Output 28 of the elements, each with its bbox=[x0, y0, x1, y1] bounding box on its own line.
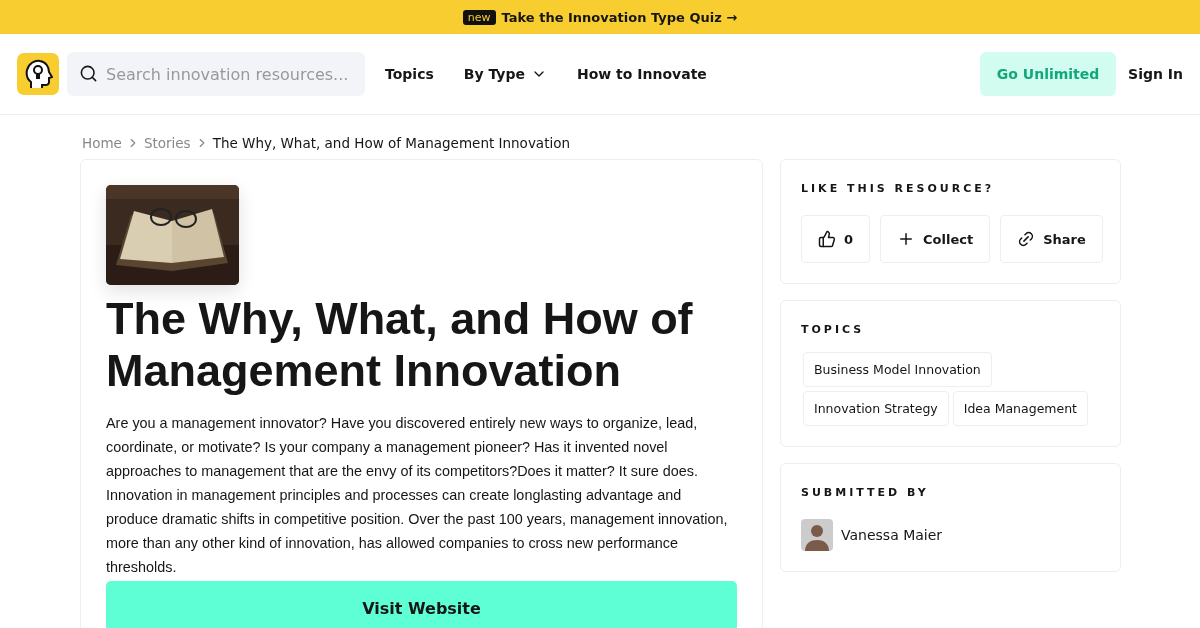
nav-dropdown[interactable]: By Type bbox=[463, 66, 547, 82]
new-badge: new bbox=[462, 9, 496, 25]
visit-website-button[interactable]: Visit Website bbox=[106, 581, 737, 628]
sign-in-link[interactable]: Sign In bbox=[1128, 66, 1183, 82]
topic-tag[interactable]: Innovation Strategy bbox=[803, 391, 949, 426]
topic-tag[interactable]: Idea Management bbox=[952, 391, 1088, 426]
logo[interactable] bbox=[17, 53, 59, 95]
topic-tag[interactable]: Business Model Innovation bbox=[803, 352, 992, 387]
breadcrumb-link[interactable]: Home bbox=[82, 135, 122, 151]
article-description: Are you a management innovator? Have you discovered entirely new ways to organize, lead, coordinate, or motivate? Is your company a management pioneer? Has it invented novel approaches to management that are the envy of its competitors?Does it matter? It sure does. Innovation in management principles and processes can create longlasting advantage and produce dramatic shifts in competitive position. Over the past 100 years, management innovation, more than any other kind of innovation, has allowed companies to cross new performance thresholds. bbox=[106, 414, 729, 577]
panel-heading: LIKE THIS RESOURCE? bbox=[801, 182, 996, 195]
search-field[interactable]: Search innovation resources... bbox=[67, 52, 365, 96]
nav-link[interactable]: How to Innovate bbox=[576, 66, 707, 82]
like-button[interactable]: 0 bbox=[801, 215, 871, 263]
share-button[interactable]: Share bbox=[1000, 215, 1103, 263]
submitter-name[interactable]: Vanessa Maier bbox=[841, 527, 943, 543]
breadcrumb-link[interactable]: The Why, What, and How of Management Innovation bbox=[212, 135, 570, 151]
article-title: The Why, What, and How of Management Innovation bbox=[106, 293, 694, 397]
nav-link[interactable]: Topics bbox=[385, 66, 434, 82]
quiz-link[interactable]: Take the Innovation Type Quiz → bbox=[501, 9, 738, 25]
search-icon bbox=[79, 64, 98, 83]
breadcrumb-link[interactable]: Stories bbox=[143, 135, 191, 151]
avatar bbox=[801, 519, 833, 551]
panel-heading: SUBMITTED BY bbox=[801, 486, 930, 499]
collect-button[interactable]: Collect bbox=[880, 215, 991, 263]
thumbs-up-icon bbox=[818, 230, 836, 248]
head-lightbulb-icon bbox=[23, 58, 53, 90]
panel-heading: TOPICS bbox=[801, 323, 866, 336]
